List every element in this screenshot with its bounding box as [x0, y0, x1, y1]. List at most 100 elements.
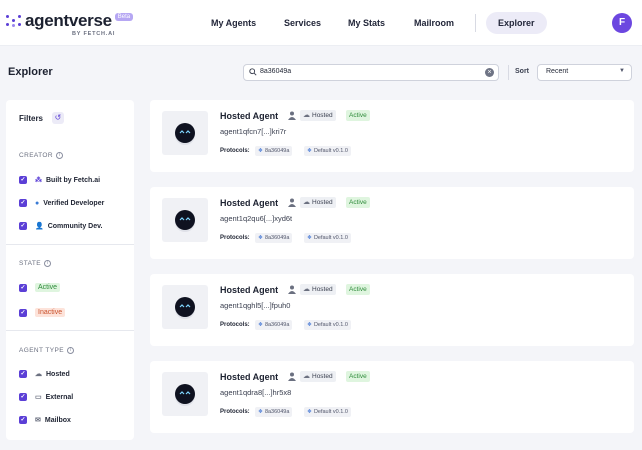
cloud-icon: ☁ — [303, 112, 310, 119]
cloud-icon: ☁ — [303, 286, 310, 293]
checkbox-checked-icon[interactable]: ✓ — [19, 308, 27, 317]
robot-avatar-icon — [175, 123, 195, 143]
filter-inactive[interactable]: ✓ Inactive — [19, 308, 66, 317]
info-icon[interactable]: i — [55, 152, 63, 159]
top-nav-bar: agentverse Beta BY FETCH.AI My Agents Se… — [0, 0, 642, 46]
nav-my-stats[interactable]: My Stats — [348, 12, 385, 34]
protocol-icon: ❖ — [307, 148, 312, 154]
protocol-chip[interactable]: ❖ Default v0.1.0 — [304, 233, 351, 243]
search-icon — [249, 68, 257, 76]
chevron-down-icon: ▼ — [619, 68, 625, 74]
status-badge: Active — [346, 110, 370, 121]
agent-name[interactable]: Hosted Agent — [220, 285, 278, 295]
protocol-icon: ❖ — [258, 148, 263, 154]
agent-thumbnail — [162, 372, 208, 416]
protocol-icon: ❖ — [258, 409, 263, 415]
protocol-icon: ❖ — [307, 235, 312, 241]
protocol-icon: ❖ — [307, 322, 312, 328]
agent-address[interactable]: agent1qdra8[...]hr5x8 — [220, 388, 291, 397]
inactive-state-pill: Inactive — [35, 308, 66, 317]
agent-address[interactable]: agent1qghl5[...]fpuh0 — [220, 301, 290, 310]
sort-label: Sort — [515, 68, 529, 75]
active-state-pill: Active — [35, 283, 61, 292]
filter-external[interactable]: ✓ ▭ External — [19, 393, 73, 401]
sort-divider — [508, 65, 509, 80]
protocol-icon: ❖ — [258, 322, 263, 328]
agent-address[interactable]: agent1q2qu6[...]xyd6t — [220, 214, 292, 223]
search-input[interactable]: 8a36049a × — [243, 64, 499, 81]
protocol-chip[interactable]: ❖ 8a36049a — [255, 146, 293, 156]
agent-name[interactable]: Hosted Agent — [220, 111, 278, 121]
agent-address[interactable]: agent1qfcn7[...]kri7r — [220, 127, 286, 136]
info-icon[interactable]: i — [66, 347, 74, 354]
robot-avatar-icon — [175, 297, 195, 317]
user-icon — [288, 285, 296, 294]
protocol-chip[interactable]: ❖ Default v0.1.0 — [304, 407, 351, 417]
cloud-icon: ☁ — [303, 199, 310, 206]
filter-hosted[interactable]: ✓ ☁ Hosted — [19, 370, 70, 378]
checkbox-checked-icon[interactable]: ✓ — [19, 393, 27, 401]
filter-active[interactable]: ✓ Active — [19, 283, 61, 292]
sort-select[interactable]: Recent ▼ — [537, 64, 632, 81]
divider — [6, 244, 134, 245]
info-icon[interactable]: i — [43, 260, 51, 267]
hosted-badge: ☁ Hosted — [300, 284, 336, 295]
fetch-logo-icon: ⁂ — [35, 177, 42, 184]
nav-mailroom[interactable]: Mailroom — [414, 12, 454, 34]
cloud-icon: ☁ — [35, 371, 42, 378]
agent-thumbnail — [162, 198, 208, 242]
agent-card[interactable]: Hosted Agent ☁ Hosted Active agent1qghl5[...… — [150, 274, 634, 346]
filter-built-by-fetch[interactable]: ✓ ⁂ Built by Fetch.ai — [19, 176, 100, 184]
checkbox-checked-icon[interactable]: ✓ — [19, 370, 27, 378]
checkbox-checked-icon[interactable]: ✓ — [19, 199, 27, 207]
nav-divider — [475, 14, 476, 32]
protocol-chip[interactable]: ❖ Default v0.1.0 — [304, 320, 351, 330]
protocol-chip[interactable]: ❖ 8a36049a — [255, 320, 293, 330]
laptop-icon: ▭ — [35, 394, 42, 401]
brand-byline: BY FETCH.AI — [72, 31, 116, 37]
agent-type-heading: AGENT TYPE i — [19, 347, 74, 354]
sort-value: Recent — [546, 68, 569, 75]
protocol-chip[interactable]: ❖ 8a36049a — [255, 233, 293, 243]
verified-badge-icon: ● — [35, 199, 40, 207]
agent-name[interactable]: Hosted Agent — [220, 198, 278, 208]
protocol-chip[interactable]: ❖ Default v0.1.0 — [304, 146, 351, 156]
agent-card[interactable]: Hosted Agent ☁ Hosted Active agent1qfcn7[...… — [150, 100, 634, 172]
agent-thumbnail — [162, 285, 208, 329]
checkbox-checked-icon[interactable]: ✓ — [19, 416, 27, 424]
page-title: Explorer — [8, 66, 53, 78]
mailbox-icon: ✉ — [35, 417, 41, 424]
protocols-label: Protocols: — [220, 148, 250, 154]
agent-name[interactable]: Hosted Agent — [220, 372, 278, 382]
protocol-chip[interactable]: ❖ 8a36049a — [255, 407, 293, 417]
checkbox-checked-icon[interactable]: ✓ — [19, 176, 27, 184]
agent-thumbnail — [162, 111, 208, 155]
nav-my-agents[interactable]: My Agents — [211, 12, 256, 34]
protocol-icon: ❖ — [258, 235, 263, 241]
hosted-badge: ☁ Hosted — [300, 110, 336, 121]
search-value: 8a36049a — [260, 68, 292, 75]
clear-search-icon[interactable]: × — [485, 68, 494, 77]
agentverse-logo[interactable]: agentverse Beta — [6, 11, 134, 31]
user-avatar[interactable]: F — [612, 13, 632, 33]
checkbox-checked-icon[interactable]: ✓ — [19, 222, 27, 230]
agent-card[interactable]: Hosted Agent ☁ Hosted Active agent1qdra8[...… — [150, 361, 634, 433]
filter-mailbox[interactable]: ✓ ✉ Mailbox — [19, 416, 71, 424]
status-badge: Active — [346, 371, 370, 382]
robot-avatar-icon — [175, 210, 195, 230]
protocol-icon: ❖ — [307, 409, 312, 415]
filter-community-dev[interactable]: ✓ 👤 Community Dev. — [19, 222, 102, 230]
hosted-badge: ☁ Hosted — [300, 197, 336, 208]
agent-card[interactable]: Hosted Agent ☁ Hosted Active agent1q2qu6[...… — [150, 187, 634, 259]
beta-badge: Beta — [114, 13, 134, 21]
user-icon — [288, 111, 296, 120]
reset-filters-button[interactable]: ↺ — [52, 112, 64, 124]
user-icon — [288, 198, 296, 207]
filter-verified-developer[interactable]: ✓ ● Verified Developer — [19, 199, 104, 207]
status-badge: Active — [346, 284, 370, 295]
state-heading: STATE i — [19, 260, 51, 267]
nav-explorer[interactable]: Explorer — [486, 12, 547, 34]
checkbox-checked-icon[interactable]: ✓ — [19, 283, 27, 292]
nav-services[interactable]: Services — [284, 12, 321, 34]
cloud-icon: ☁ — [303, 373, 310, 380]
